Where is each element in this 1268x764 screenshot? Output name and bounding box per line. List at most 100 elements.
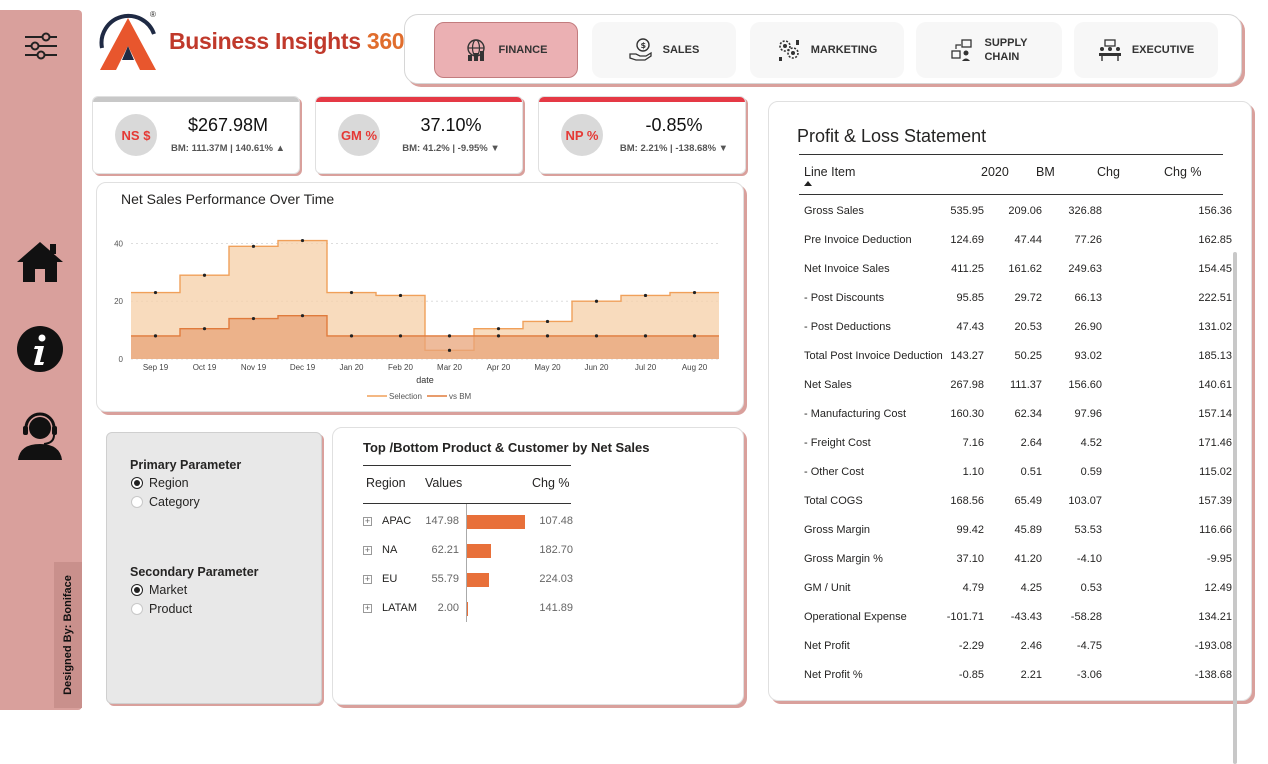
- radio-button[interactable]: [131, 496, 143, 508]
- radio-market[interactable]: Market: [131, 583, 187, 597]
- header-bm[interactable]: BM: [1036, 165, 1055, 179]
- home-icon[interactable]: [16, 240, 64, 289]
- chg-pct-cell: 222.51: [1198, 292, 1232, 304]
- data-point: [692, 334, 697, 338]
- expand-icon[interactable]: +: [363, 517, 372, 526]
- kpi-value: 37.10%: [420, 115, 482, 135]
- value-2020-cell: 37.10: [956, 553, 984, 565]
- data-point: [251, 316, 256, 321]
- header-2020[interactable]: 2020: [981, 165, 1009, 179]
- table-row[interactable]: - Other Cost 1.10 0.51 0.59 115.02: [802, 466, 1232, 486]
- bm-cell: 62.34: [1014, 408, 1042, 420]
- sort-ascending-icon[interactable]: [804, 181, 812, 186]
- radio-category[interactable]: Category: [131, 495, 200, 509]
- kpi-card-gross-margin[interactable]: GM % 37.10% BM: 41.2% | -9.95% ▼: [315, 96, 523, 174]
- radio-product[interactable]: Product: [131, 602, 192, 616]
- expand-icon[interactable]: +: [363, 604, 372, 613]
- table-row[interactable]: - Post Discounts 95.85 29.72 66.13 222.51: [802, 292, 1232, 312]
- radio-region[interactable]: Region: [131, 476, 189, 490]
- radio-button[interactable]: [131, 603, 143, 615]
- nav-marketing-button[interactable]: MARKETING: [750, 22, 904, 78]
- pl-table-body[interactable]: Gross Sales 535.95 209.06 326.88 156.36 Pre I…: [769, 195, 1239, 680]
- expand-icon[interactable]: +: [363, 575, 372, 584]
- table-row[interactable]: Net Profit -2.29 2.46 -4.75 -193.08: [802, 640, 1232, 660]
- line-item-cell: Total COGS: [804, 495, 863, 507]
- table-row[interactable]: + NA 62.21 182.70: [363, 543, 573, 563]
- chg-pct-cell: -9.95: [1206, 553, 1232, 565]
- svg-text:$: $: [640, 41, 646, 50]
- value-cell: 2.00: [437, 602, 459, 614]
- radio-button[interactable]: [131, 477, 143, 489]
- table-row[interactable]: - Post Deductions 47.43 20.53 26.90 131.02: [802, 321, 1232, 341]
- x-axis-label: date: [416, 375, 434, 385]
- nav-supply-chain-button[interactable]: SUPPLY CHAIN: [916, 22, 1062, 78]
- table-row[interactable]: + EU 55.79 224.03: [363, 572, 573, 592]
- chg-pct-cell: 157.14: [1198, 408, 1232, 420]
- radio-button[interactable]: [131, 584, 143, 596]
- table-row[interactable]: Net Profit % -0.85 2.21 -3.06 -138.68: [802, 669, 1232, 680]
- value-bar: [467, 544, 492, 558]
- chg-pct-cell: 116.66: [1199, 524, 1232, 536]
- header-region[interactable]: Region: [366, 476, 406, 490]
- data-point: [692, 290, 697, 295]
- net-sales-chart[interactable]: 0 20 40 Sep 19 Oct 19 Nov 19 Dec 19 Jan 20 Feb 2…: [97, 183, 745, 409]
- value-2020-cell: 160.30: [950, 408, 984, 420]
- brand-name-text: Business Insights: [169, 28, 367, 54]
- nav-executive-button[interactable]: EXECUTIVE: [1074, 22, 1218, 78]
- nav-sales-button[interactable]: $ SALES: [592, 22, 736, 78]
- data-point: [349, 290, 354, 295]
- table-row[interactable]: Gross Margin 99.42 45.89 53.53 116.66: [802, 524, 1232, 544]
- chg-cell: 26.90: [1074, 321, 1102, 333]
- kpi-card-net-profit[interactable]: NP % -0.85% BM: 2.21% | -138.68% ▼: [538, 96, 746, 174]
- x-tick-label: Aug 20: [682, 363, 708, 372]
- vertical-scrollbar[interactable]: [1233, 252, 1237, 764]
- data-point: [398, 293, 403, 298]
- value-2020-cell: -101.71: [946, 611, 984, 623]
- support-agent-icon[interactable]: [16, 410, 64, 465]
- bm-cell: 111.37: [1009, 379, 1042, 391]
- info-icon[interactable]: [16, 325, 64, 378]
- header-chg-pct[interactable]: Chg %: [532, 476, 570, 490]
- nav-finance-button[interactable]: FINANCE: [434, 22, 578, 78]
- value-2020-cell: 411.25: [951, 263, 984, 275]
- supply-chain-icon: [951, 39, 973, 61]
- header-chg-pct[interactable]: Chg %: [1164, 165, 1202, 179]
- marketing-gears-icon: [778, 40, 799, 61]
- table-row[interactable]: Pre Invoice Deduction 124.69 47.44 77.26 162…: [802, 234, 1232, 254]
- table-row[interactable]: Net Sales 267.98 111.37 156.60 140.61: [802, 379, 1232, 399]
- header-chg[interactable]: Chg: [1097, 165, 1120, 179]
- header-values[interactable]: Values: [425, 476, 462, 490]
- table-row[interactable]: Net Invoice Sales 411.25 161.62 249.63 154.4…: [802, 263, 1232, 283]
- designed-by-tag: Designed By: Boniface: [54, 562, 82, 708]
- chg-cell: 77.26: [1074, 234, 1102, 246]
- table-row[interactable]: Gross Margin % 37.10 41.20 -4.10 -9.95: [802, 553, 1232, 573]
- header-line-item[interactable]: Line Item: [804, 165, 855, 179]
- data-point: [594, 299, 599, 303]
- table-row[interactable]: + APAC 147.98 107.48: [363, 514, 573, 534]
- data-point: [300, 314, 305, 318]
- table-row[interactable]: - Manufacturing Cost 160.30 62.34 97.96 157.…: [802, 408, 1232, 428]
- chg-pct-cell: 115.02: [1199, 466, 1232, 478]
- chg-cell: 249.63: [1068, 263, 1102, 275]
- line-item-cell: - Post Deductions: [804, 321, 891, 333]
- expand-icon[interactable]: +: [363, 546, 372, 555]
- table-row[interactable]: Total Post Invoice Deduction 143.27 50.25 9…: [802, 350, 1232, 370]
- nav-supply-chain-label-line1: SUPPLY: [984, 37, 1028, 49]
- data-point: [202, 273, 207, 277]
- table-row[interactable]: GM / Unit 4.79 4.25 0.53 12.49: [802, 582, 1232, 602]
- table-row[interactable]: Operational Expense -101.71 -43.43 -58.28 13…: [802, 611, 1232, 631]
- kpi-card-net-sales[interactable]: NS $ $267.98M BM: 111.37M | 140.61% ▲: [92, 96, 300, 174]
- y-tick-label: 20: [114, 297, 123, 306]
- executive-meeting-icon: [1098, 39, 1121, 61]
- table-row[interactable]: + LATAM 2.00 141.89: [363, 601, 573, 621]
- designed-by-text: Designed By: Boniface: [62, 575, 74, 695]
- radio-label: Product: [149, 602, 193, 616]
- table-row[interactable]: Total COGS 168.56 65.49 103.07 157.39: [802, 495, 1232, 515]
- nav-sales-label: SALES: [662, 44, 700, 56]
- region-cell: NA: [382, 544, 398, 556]
- filter-sliders-icon[interactable]: [24, 32, 58, 65]
- chg-cell: 182.70: [539, 544, 573, 556]
- chg-cell: 224.03: [539, 573, 573, 585]
- table-row[interactable]: - Freight Cost 7.16 2.64 4.52 171.46: [802, 437, 1232, 457]
- table-row[interactable]: Gross Sales 535.95 209.06 326.88 156.36: [802, 205, 1232, 225]
